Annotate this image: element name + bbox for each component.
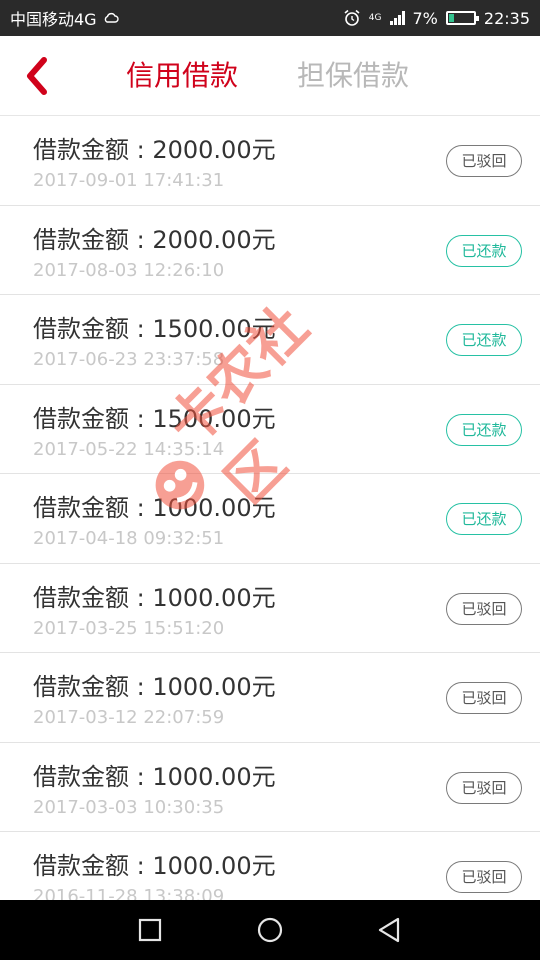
status-badge: 已还款 xyxy=(446,324,522,356)
chevron-left-icon[interactable] xyxy=(18,52,58,100)
loan-amount: 借款金额 : 1000.00元 xyxy=(33,673,276,701)
loan-time: 2017-03-25 15:51:20 xyxy=(33,617,225,639)
loan-amount: 借款金额 : 1000.00元 xyxy=(33,494,276,522)
circle-icon[interactable] xyxy=(254,914,286,946)
network-label: 4G xyxy=(368,13,382,23)
list-item[interactable]: 借款金额 : 1000.00元 2017-03-03 10:30:35 已驳回 xyxy=(0,743,540,832)
list-item[interactable]: 借款金额 : 1000.00元 2016-11-28 13:38:09 已驳回 xyxy=(0,832,540,900)
list-item[interactable]: 借款金额 : 1000.00元 2017-03-12 22:07:59 已驳回 xyxy=(0,653,540,743)
tab-credit-loan[interactable]: 信用借款 xyxy=(126,56,238,96)
list-item[interactable]: 借款金额 : 1000.00元 2017-04-18 09:32:51 已还款 xyxy=(0,474,540,564)
loan-time: 2017-06-23 23:37:58 xyxy=(33,349,225,370)
status-bar: 中国移动4G 4G 7% 22:35 xyxy=(0,0,540,36)
list-item[interactable]: 借款金额 : 2000.00元 2017-08-03 12:26:10 已还款 xyxy=(0,206,540,295)
battery-icon xyxy=(445,11,479,25)
loan-time: 2017-09-01 17:41:31 xyxy=(33,170,225,191)
list-item[interactable]: 借款金额 : 2000.00元 2017-09-01 17:41:31 已驳回 xyxy=(0,116,540,206)
status-badge: 已还款 xyxy=(446,503,522,535)
clock: 22:35 xyxy=(483,8,530,28)
loan-time: 2017-05-22 14:35:14 xyxy=(33,438,225,460)
carrier-label: 中国移动4G xyxy=(10,10,97,29)
status-badge: 已驳回 xyxy=(446,682,522,714)
loan-time: 2017-03-12 22:07:59 xyxy=(33,707,225,728)
list-item[interactable]: 借款金额 : 1500.00元 2017-06-23 23:37:58 已还款 xyxy=(0,295,540,385)
loan-amount: 借款金额 : 1000.00元 xyxy=(33,852,276,880)
loan-amount: 借款金额 : 2000.00元 xyxy=(33,136,276,164)
loan-amount: 借款金额 : 1500.00元 xyxy=(33,315,276,343)
alarm-icon xyxy=(344,9,360,26)
list-item[interactable]: 借款金额 : 1500.00元 2017-05-22 14:35:14 已还款 xyxy=(0,385,540,474)
system-nav-bar xyxy=(0,900,540,960)
status-badge: 已驳回 xyxy=(446,771,522,804)
status-badge: 已驳回 xyxy=(446,145,522,177)
status-right: 4G 7% 22:35 xyxy=(343,9,530,28)
header: 信用借款 担保借款 xyxy=(0,36,540,116)
battery-percent: 7% xyxy=(412,8,438,28)
list-item[interactable]: 借款金额 : 1000.00元 2017-03-25 15:51:20 已驳回 xyxy=(0,564,540,653)
triangle-back-icon[interactable] xyxy=(374,914,406,946)
loan-time: 2017-08-03 12:26:10 xyxy=(33,259,225,281)
status-badge: 已驳回 xyxy=(446,861,522,893)
loan-time: 2017-03-03 10:30:35 xyxy=(33,796,225,818)
status-badge: 已驳回 xyxy=(446,592,522,625)
tab-guarantee-loan[interactable]: 担保借款 xyxy=(297,56,409,96)
loan-amount: 借款金额 : 2000.00元 xyxy=(33,225,276,254)
loan-amount: 借款金额 : 1500.00元 xyxy=(33,404,276,433)
loan-amount: 借款金额 : 1000.00元 xyxy=(33,762,276,791)
loan-amount: 借款金额 : 1000.00元 xyxy=(33,583,276,612)
cloud-icon xyxy=(104,12,119,23)
loan-time: 2016-11-28 13:38:09 xyxy=(33,886,225,900)
square-icon[interactable] xyxy=(134,914,166,946)
signal-icon xyxy=(389,11,405,25)
status-badge: 已还款 xyxy=(446,234,522,267)
loan-time: 2017-04-18 09:32:51 xyxy=(33,528,225,549)
status-badge: 已还款 xyxy=(446,413,522,446)
status-left: 中国移动4G xyxy=(10,6,119,30)
loan-list: 借款金额 : 2000.00元 2017-09-01 17:41:31 已驳回 … xyxy=(0,116,540,900)
